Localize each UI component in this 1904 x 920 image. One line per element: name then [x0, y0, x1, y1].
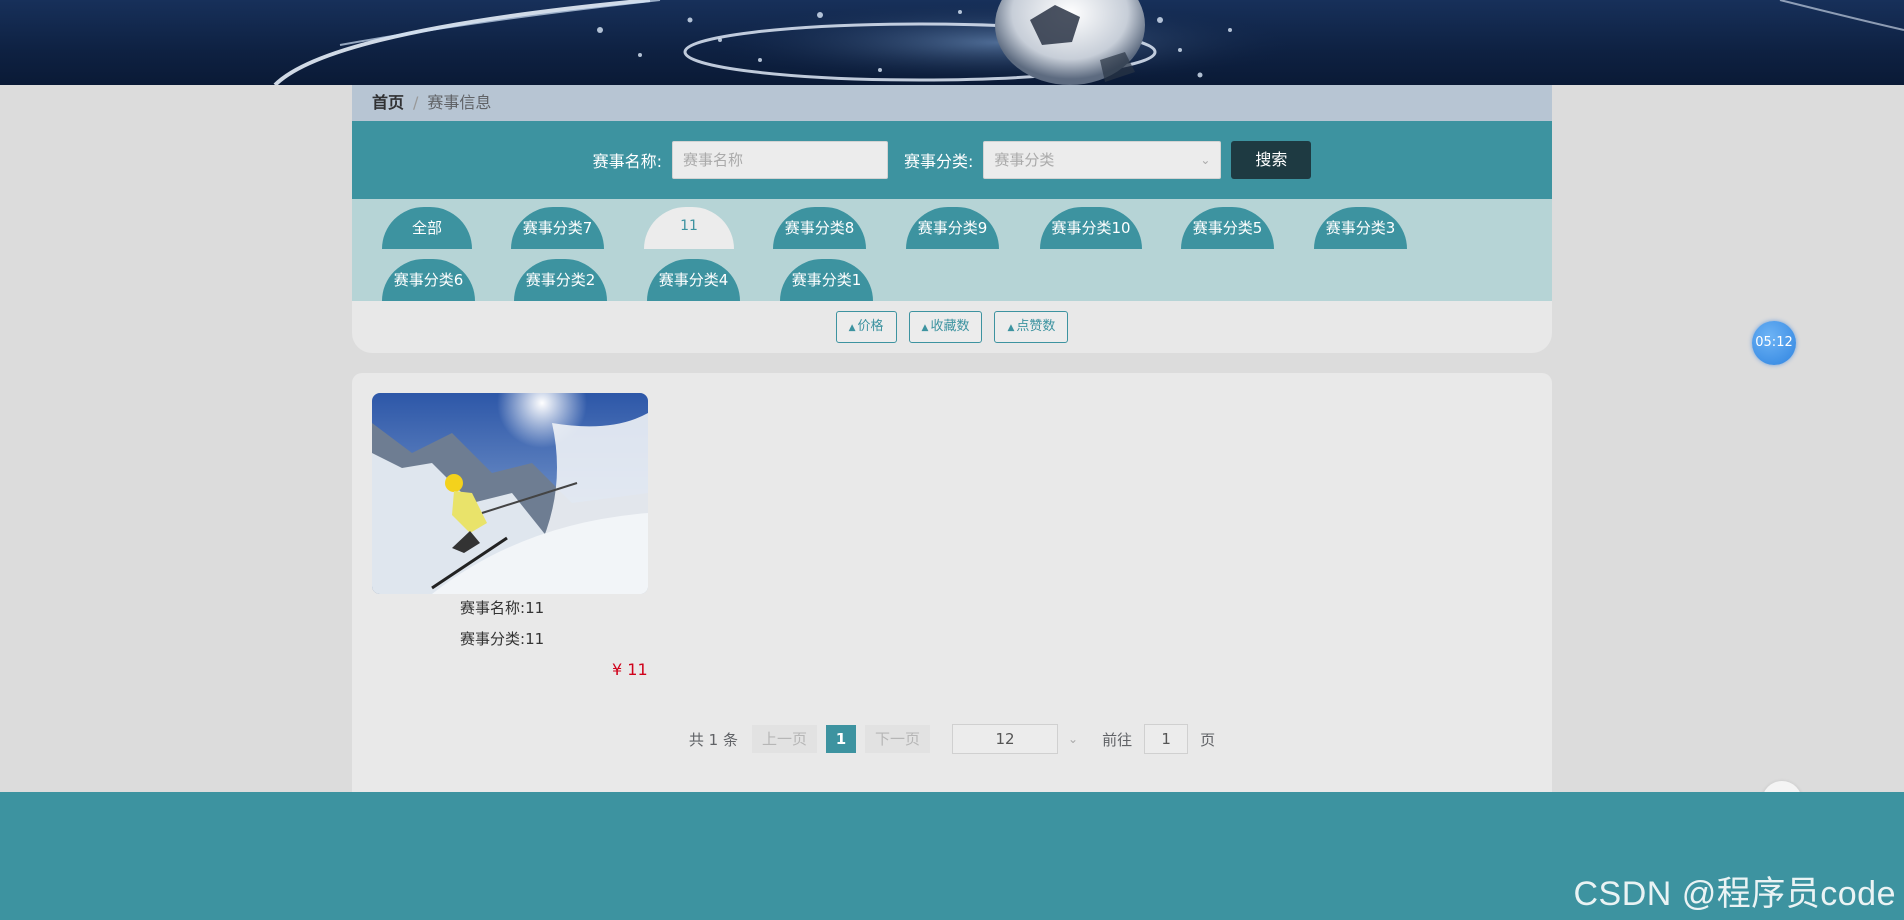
page-number-current[interactable]: 1: [826, 725, 856, 753]
sort-price-label: 价格: [857, 319, 884, 334]
event-name-input[interactable]: 赛事名称: [672, 141, 888, 179]
header-banner: [0, 0, 1904, 85]
event-card-image[interactable]: [372, 393, 648, 594]
chevron-down-icon[interactable]: ⌄: [1068, 732, 1078, 746]
sort-price-button[interactable]: ▲︎ 价格: [835, 311, 897, 343]
event-name-label: 赛事名称:: [460, 599, 526, 617]
category-tab[interactable]: 赛事分类5: [1181, 207, 1274, 249]
sort-favorites-button[interactable]: ▲︎ 收藏数: [908, 311, 983, 343]
main-container: 首页 / 赛事信息 赛事名称: 赛事名称 赛事分类: 赛事分类 ⌄ 搜索 全部 赛事…: [352, 85, 1552, 793]
event-name-row: 赛事名称:11: [460, 597, 544, 618]
timer-badge[interactable]: 05:12: [1752, 321, 1796, 365]
sort-favorites-label: 收藏数: [930, 319, 970, 334]
chevron-down-icon: ⌄: [1200, 153, 1211, 167]
event-category-row: 赛事分类:11: [460, 628, 544, 649]
sort-arrows-icon: ▲︎: [921, 323, 929, 333]
search-button[interactable]: 搜索: [1231, 141, 1312, 179]
event-category-value: 11: [525, 630, 545, 648]
breadcrumb: 首页 / 赛事信息: [352, 85, 1552, 121]
category-tab[interactable]: 赛事分类8: [773, 207, 866, 249]
category-tab[interactable]: 赛事分类4: [647, 259, 740, 301]
category-tab[interactable]: 赛事分类7: [511, 207, 604, 249]
page-unit-label: 页: [1200, 730, 1216, 749]
event-price: ¥ 11: [612, 660, 648, 679]
category-tab[interactable]: 赛事分类10: [1040, 207, 1142, 249]
event-category-select[interactable]: 赛事分类 ⌄: [983, 141, 1222, 179]
category-tab[interactable]: 赛事分类9: [906, 207, 999, 249]
event-name-value: 11: [525, 599, 545, 617]
category-tab[interactable]: 赛事分类1: [780, 259, 873, 301]
category-tab[interactable]: 赛事分类3: [1314, 207, 1407, 249]
category-tab[interactable]: 赛事分类2: [514, 259, 607, 301]
goto-page-input[interactable]: 1: [1144, 724, 1189, 754]
prev-page-button[interactable]: 上一页: [751, 725, 817, 753]
sort-arrows-icon: ▲︎: [848, 323, 856, 333]
next-page-button[interactable]: 下一页: [865, 725, 931, 753]
sort-arrows-icon: ▲︎: [1007, 323, 1015, 333]
event-category-label: 赛事分类:: [460, 630, 526, 648]
breadcrumb-separator: /: [413, 93, 419, 112]
sort-likes-button[interactable]: ▲︎ 点赞数: [994, 311, 1069, 343]
stadium-banner-image: [273, 0, 1904, 85]
breadcrumb-home[interactable]: 首页: [372, 93, 404, 112]
category-tab-all[interactable]: 全部: [382, 207, 472, 249]
skier-photo: [372, 393, 648, 594]
category-tab-active[interactable]: 11: [644, 207, 734, 249]
category-tab[interactable]: 赛事分类6: [382, 259, 475, 301]
event-list: 赛事名称:11 赛事分类:11 ¥ 11 共 1 条 上一页 1 下一页 12 …: [352, 373, 1552, 793]
watermark-text: CSDN @程序员code: [1573, 875, 1896, 913]
category-tabs: 全部 赛事分类7 11 赛事分类8 赛事分类9 赛事分类10 赛事分类5 赛事分…: [352, 199, 1552, 301]
event-category-placeholder: 赛事分类: [994, 151, 1055, 169]
event-name-label: 赛事名称:: [592, 152, 662, 171]
goto-label: 前往: [1102, 730, 1133, 749]
breadcrumb-current: 赛事信息: [427, 93, 492, 112]
page-size-select[interactable]: 12: [952, 724, 1059, 754]
sort-likes-label: 点赞数: [1016, 319, 1056, 334]
sort-bar: ▲︎ 价格 ▲︎ 收藏数 ▲︎ 点赞数: [352, 301, 1552, 353]
pagination: 共 1 条 上一页 1 下一页 12 ⌄ 前往 1 页: [352, 724, 1552, 754]
pagination-total: 共 1 条: [688, 730, 738, 749]
search-bar: 赛事名称: 赛事名称 赛事分类: 赛事分类 ⌄ 搜索: [352, 121, 1552, 199]
event-category-label: 赛事分类:: [904, 152, 974, 171]
